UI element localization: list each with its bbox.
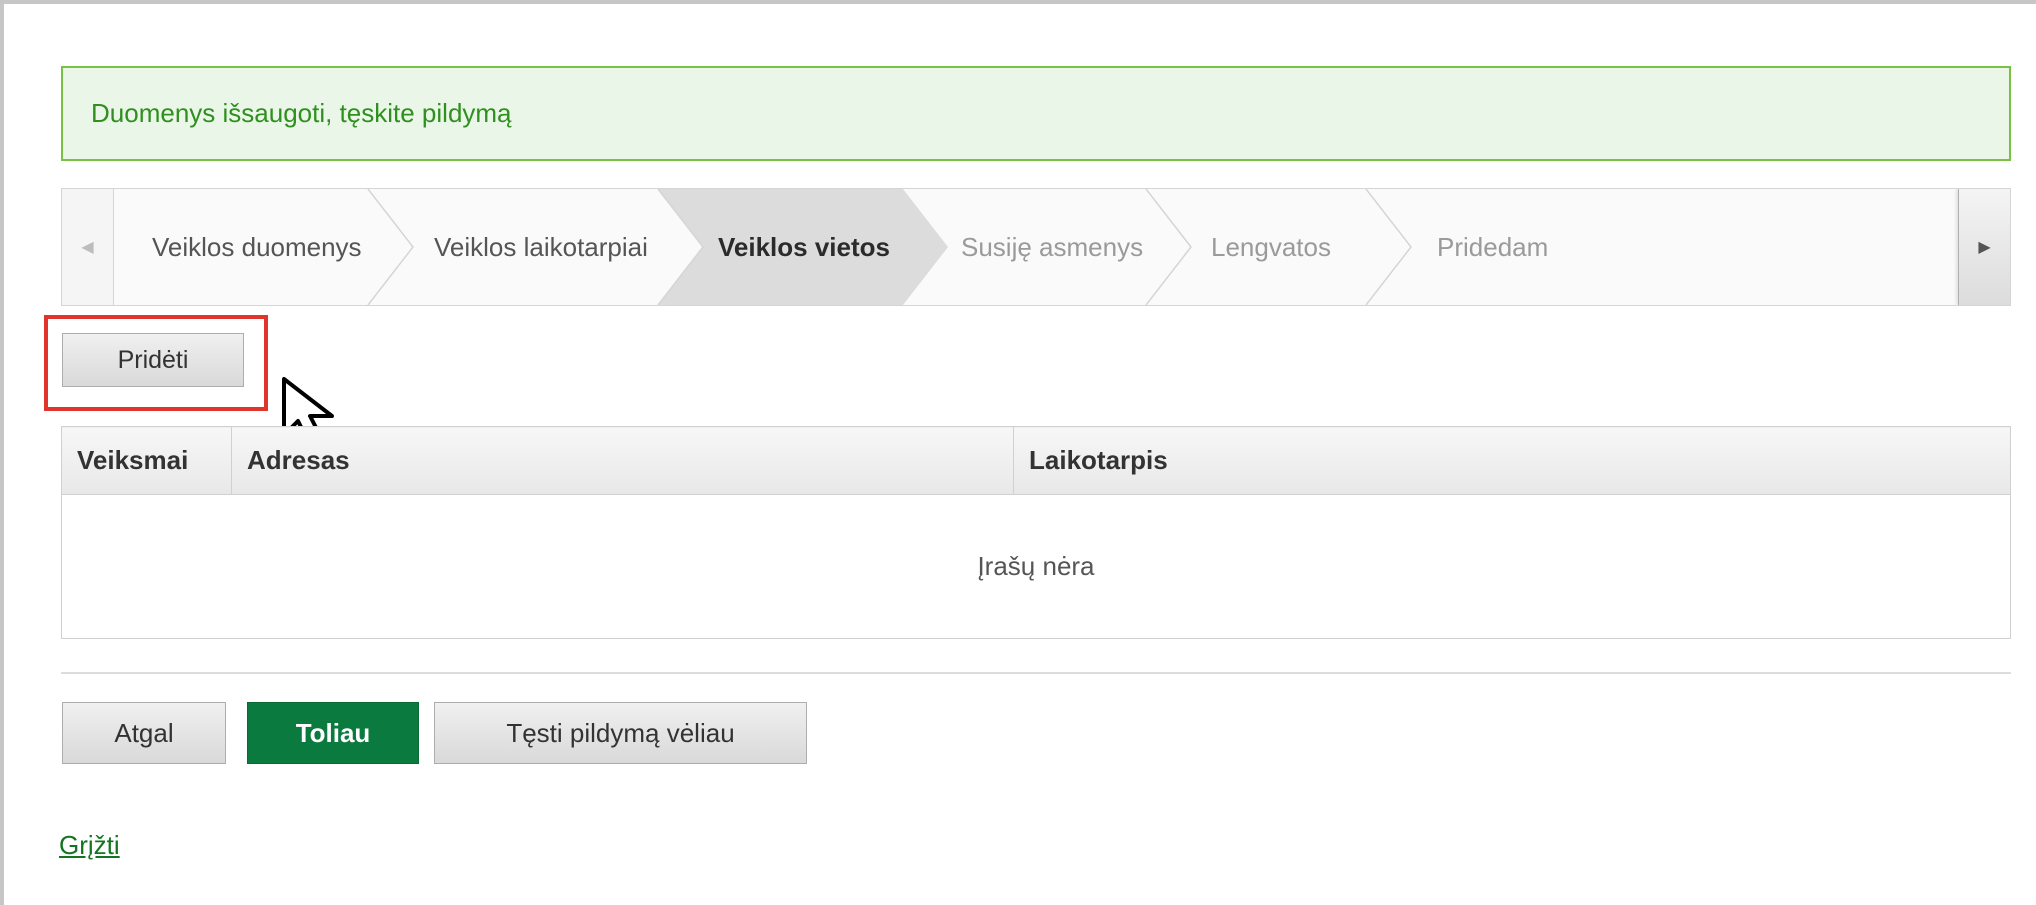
column-header-veiksmai[interactable]: Veiksmai	[61, 426, 232, 495]
triangle-right-icon: ▶	[1978, 239, 1991, 256]
wizard-steps: ◀ Veiklos duomenys Veiklos laikotarpiai …	[61, 188, 2011, 306]
locations-table: Veiksmai Adresas Laikotarpis Įrašų nėra	[61, 426, 2011, 639]
step-veiklos-vietos[interactable]: Veiklos vietos	[718, 189, 890, 305]
step-pridedami[interactable]: Pridedam	[1437, 189, 1548, 305]
step-lengvatos[interactable]: Lengvatos	[1211, 189, 1331, 305]
column-header-laikotarpis[interactable]: Laikotarpis	[1013, 426, 2011, 495]
empty-table-message: Įrašų nėra	[61, 494, 2011, 639]
back-button[interactable]: Atgal	[62, 702, 226, 764]
step-veiklos-laikotarpiai[interactable]: Veiklos laikotarpiai	[434, 189, 648, 305]
triangle-left-icon: ◀	[81, 239, 94, 256]
step-susije-asmenys[interactable]: Susiję asmenys	[961, 189, 1143, 305]
table-header-row: Veiksmai Adresas Laikotarpis	[61, 426, 2011, 495]
steps-prev-button[interactable]: ◀	[62, 189, 114, 305]
return-link[interactable]: Grįžti	[59, 830, 120, 861]
divider	[61, 672, 2011, 674]
continue-later-button[interactable]: Tęsti pildymą vėliau	[434, 702, 807, 764]
success-alert: Duomenys išsaugoti, tęskite pildymą	[61, 66, 2011, 161]
next-button[interactable]: Toliau	[247, 702, 419, 764]
column-header-adresas[interactable]: Adresas	[231, 426, 1014, 495]
table-row: Įrašų nėra	[61, 494, 2011, 639]
steps-viewport: Veiklos duomenys Veiklos laikotarpiai Ve…	[114, 189, 1958, 305]
highlight-box	[44, 315, 268, 411]
steps-next-button[interactable]: ▶	[1958, 189, 2010, 305]
alert-message: Duomenys išsaugoti, tęskite pildymą	[91, 98, 512, 128]
step-veiklos-duomenys[interactable]: Veiklos duomenys	[152, 189, 362, 305]
